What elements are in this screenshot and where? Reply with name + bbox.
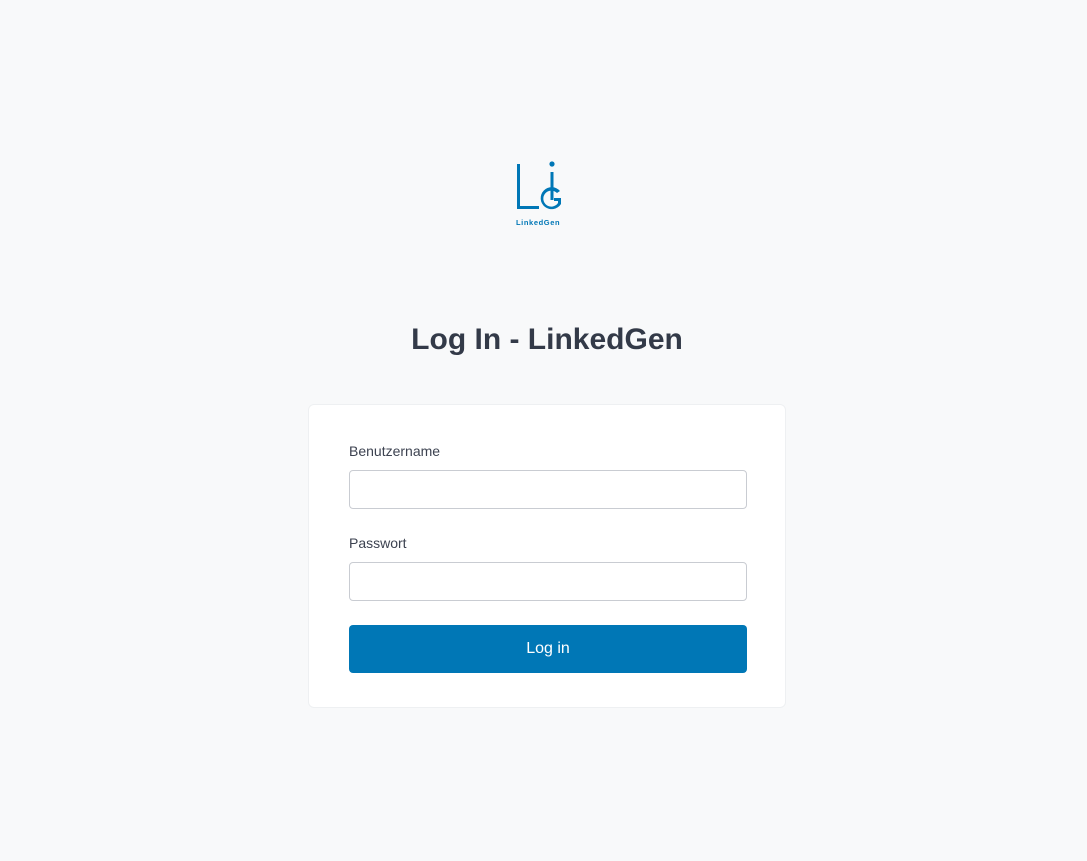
logo-text: LinkedGen	[516, 218, 560, 227]
password-input[interactable]	[349, 562, 747, 601]
linkedgen-logo: LinkedGen	[514, 160, 574, 228]
username-label: Benutzername	[349, 443, 441, 459]
logo-mark-icon: LinkedGen	[516, 161, 561, 227]
login-card: Benutzername Passwort Log in	[308, 404, 786, 708]
username-input[interactable]	[349, 470, 747, 509]
login-button[interactable]: Log in	[349, 625, 747, 673]
page-title: Log In - LinkedGen	[411, 323, 683, 356]
password-label: Passwort	[349, 535, 407, 551]
